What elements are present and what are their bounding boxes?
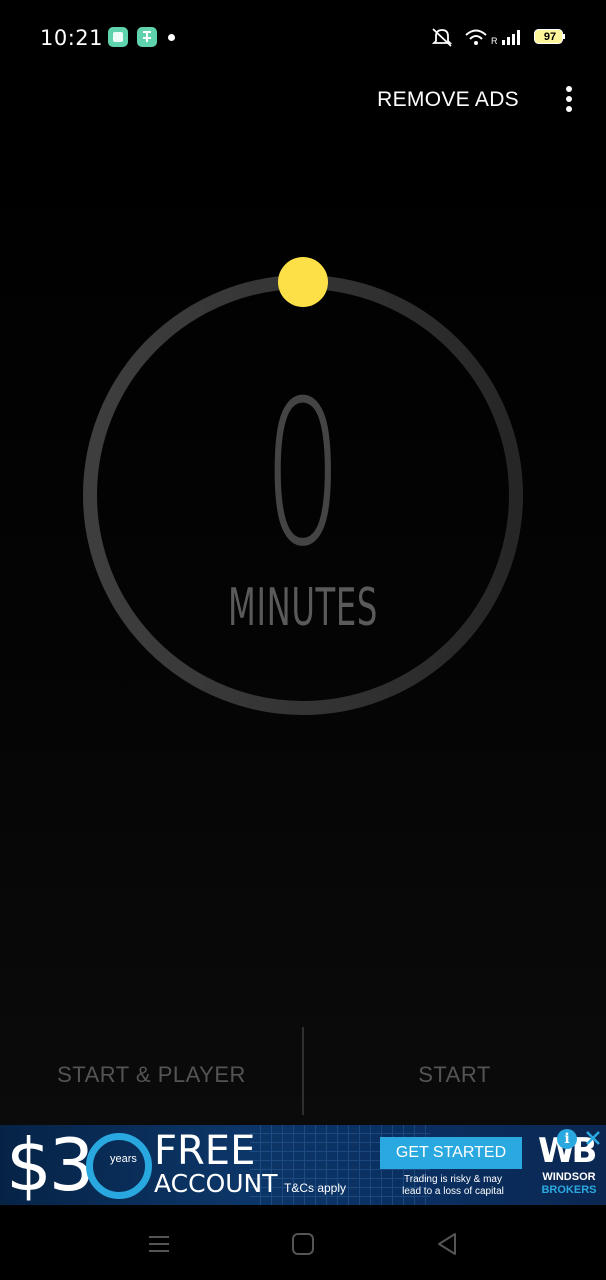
ad-close-icon[interactable] — [582, 1127, 604, 1149]
menu-icon[interactable] — [146, 1231, 172, 1257]
ad-risk-line-2: lead to a loss of capital — [402, 1186, 504, 1197]
start-and-player-button[interactable]: START & PLAYER — [0, 1025, 303, 1125]
minutes-label: MINUTES — [228, 578, 378, 638]
status-bar: 10:21 R 97 — [0, 0, 606, 76]
ad-brand-line-2: BROKERS — [541, 1184, 597, 1196]
wifi-icon — [465, 29, 487, 45]
app-notification-icon-2 — [137, 27, 157, 47]
back-icon[interactable] — [434, 1231, 460, 1257]
ad-subheadline: ACCOUNT — [154, 1169, 278, 1198]
status-icons: R 97 — [430, 26, 570, 50]
notification-dot — [168, 34, 175, 41]
ad-tcs: T&Cs apply — [284, 1181, 347, 1195]
app-notification-icon — [108, 27, 128, 47]
ad-amount: $3 — [6, 1125, 95, 1205]
system-nav-bar — [0, 1205, 606, 1280]
ad-years-label: years — [110, 1153, 137, 1165]
ad-brand-line-1: WINDSOR — [542, 1171, 596, 1183]
more-vert-icon[interactable] — [562, 86, 576, 116]
battery-level: 97 — [543, 31, 557, 43]
dial-handle[interactable] — [278, 257, 328, 307]
action-buttons: START & PLAYER START — [0, 1025, 606, 1125]
app-bar: REMOVE ADS — [0, 76, 606, 132]
ad-info-icon[interactable]: i — [557, 1129, 577, 1149]
ad-headline: FREE — [154, 1128, 256, 1174]
home-icon[interactable] — [290, 1231, 316, 1257]
ad-risk-line-1: Trading is risky & may — [404, 1174, 502, 1185]
ad-get-started-button[interactable]: GET STARTED — [380, 1137, 522, 1169]
mute-icon — [431, 28, 453, 47]
ad-banner[interactable]: $3 years FREE ACCOUNT T&Cs apply GET STA… — [0, 1125, 606, 1205]
minutes-value: 0 — [263, 358, 343, 591]
network-label: R — [491, 36, 498, 46]
ad-zero-ring — [86, 1133, 152, 1199]
remove-ads-button[interactable]: REMOVE ADS — [377, 88, 519, 112]
start-button[interactable]: START — [303, 1025, 606, 1125]
status-time: 10:21 — [40, 26, 104, 50]
signal-icon — [502, 30, 520, 45]
